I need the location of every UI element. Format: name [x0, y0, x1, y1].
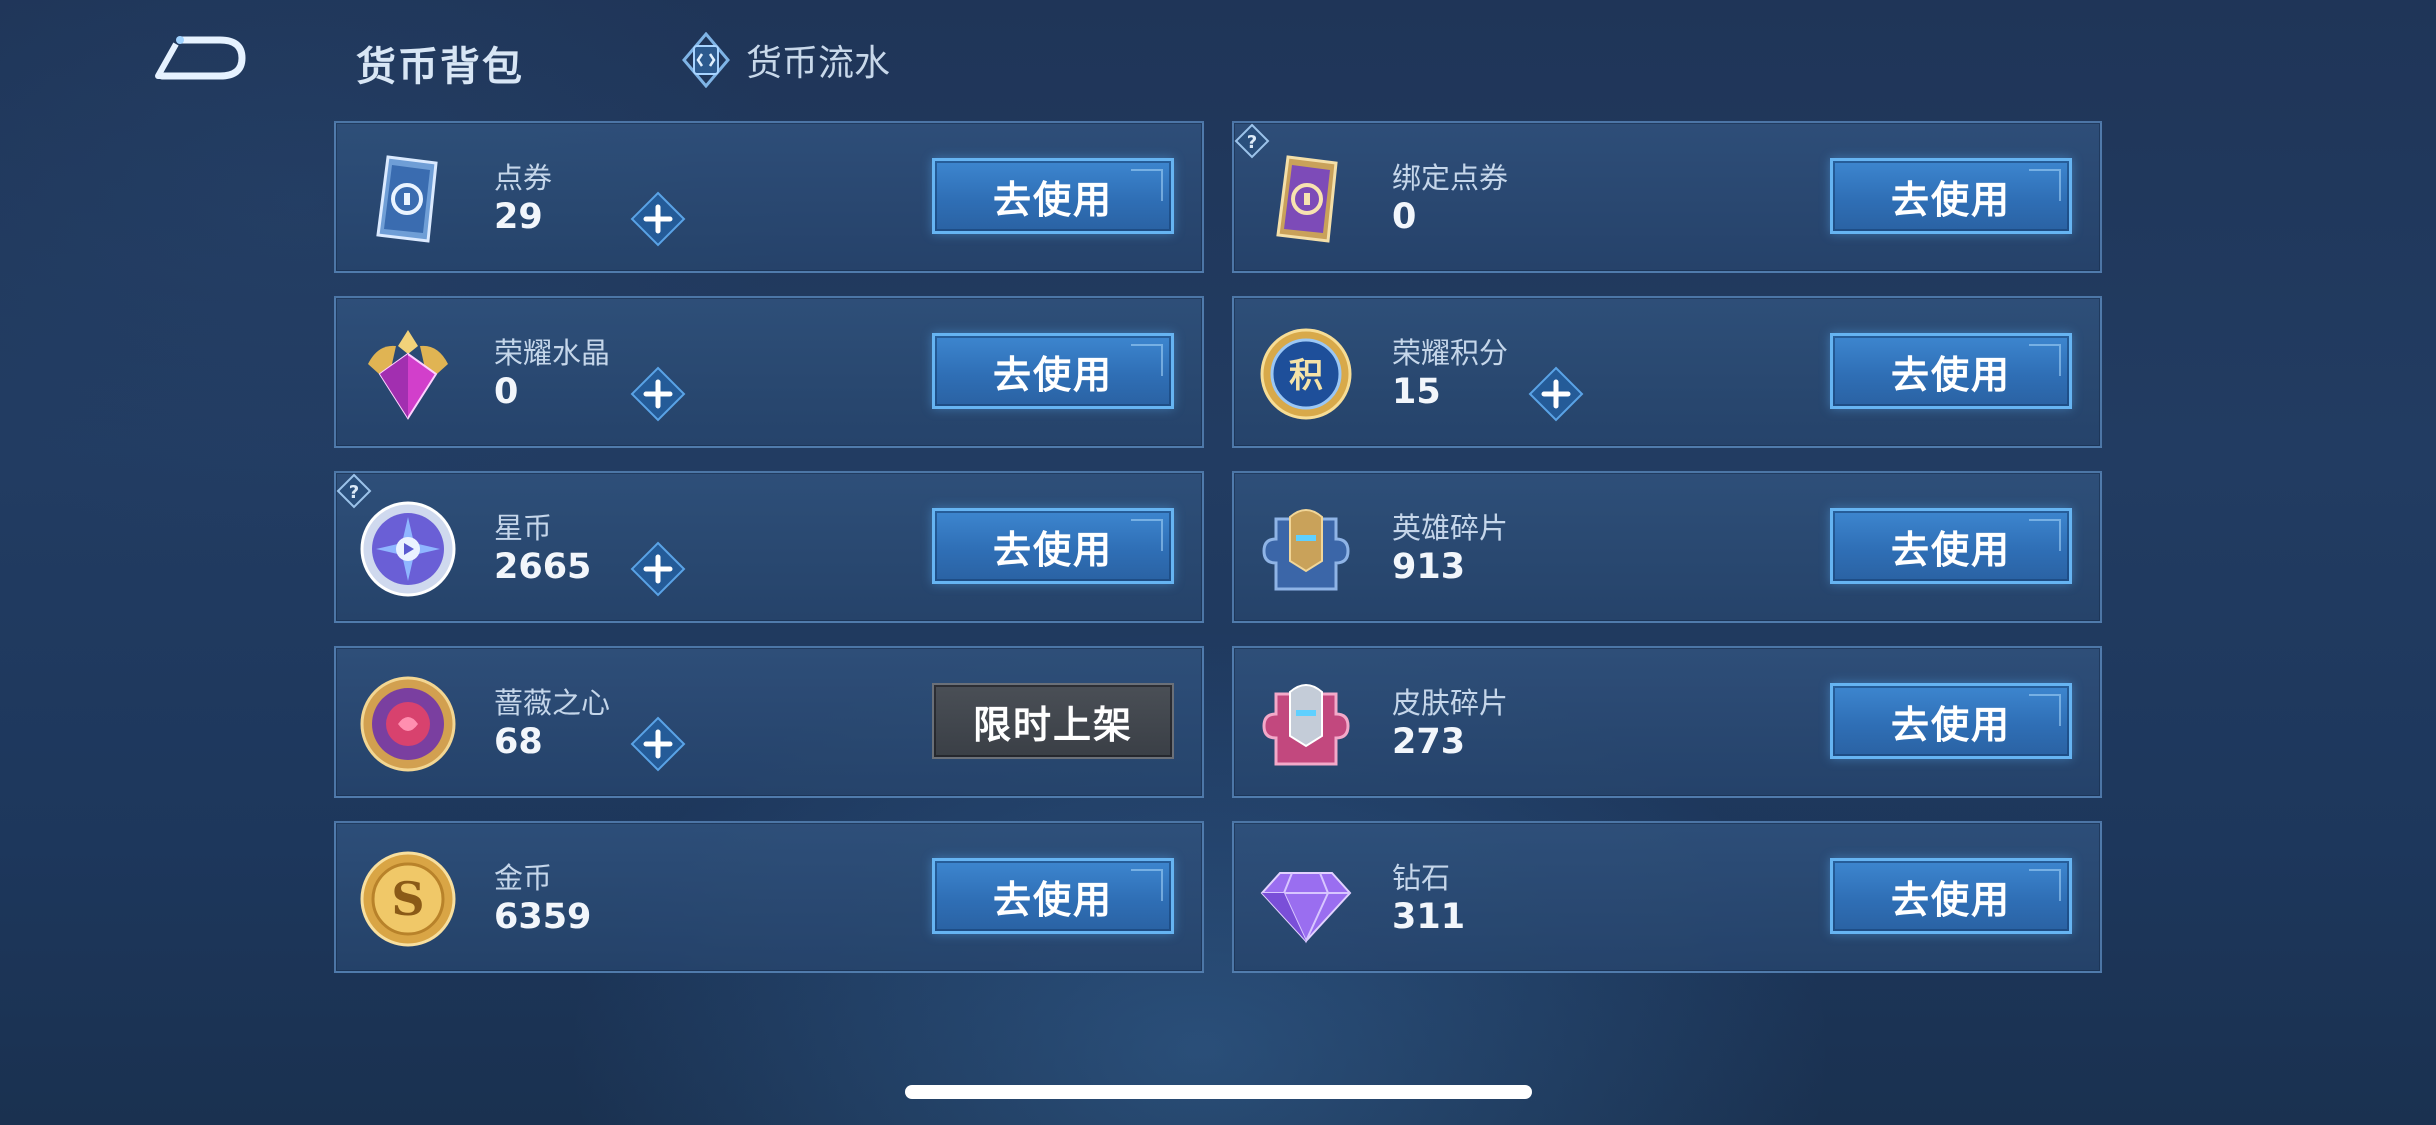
- plus-icon[interactable]: [1528, 366, 1584, 422]
- limited-listing-button: 限时上架: [932, 683, 1174, 759]
- diamond-icon: [1260, 872, 1352, 944]
- currency-name: 星币: [494, 511, 553, 545]
- currency-card-bound-voucher: ? 绑定点券 0 去使用: [1232, 121, 2102, 273]
- plus-icon[interactable]: [630, 716, 686, 772]
- voucher-icon: [376, 155, 438, 243]
- currency-name: 荣耀水晶: [494, 336, 611, 370]
- currency-name: 蔷薇之心: [494, 686, 611, 720]
- use-button[interactable]: 去使用: [1830, 858, 2072, 934]
- currency-name: 皮肤碎片: [1392, 686, 1509, 720]
- use-button[interactable]: 去使用: [932, 858, 1174, 934]
- currency-name: 英雄碎片: [1392, 511, 1509, 545]
- currency-card-star-coin: ? 星币 2665 去使用: [334, 471, 1204, 623]
- currency-amount: 273: [1392, 722, 1466, 762]
- currency-card-diamond: 钻石 311 去使用: [1232, 821, 2102, 973]
- use-button[interactable]: 去使用: [1830, 333, 2072, 409]
- glory-points-icon: 积: [1260, 328, 1352, 420]
- use-button[interactable]: 去使用: [1830, 158, 2072, 234]
- skin-fragment-icon: [1262, 684, 1350, 766]
- plus-icon[interactable]: [630, 541, 686, 597]
- currency-card-hero-fragment: 英雄碎片 913 去使用: [1232, 471, 2102, 623]
- header: 货币背包 货币流水: [0, 0, 2436, 120]
- currency-card-glory-points: 积 荣耀积分 15 去使用: [1232, 296, 2102, 448]
- currency-grid: 点券 29 去使用 ? 绑定点券 0 去使用 荣耀水晶 0 去使用 积 荣耀积分…: [334, 121, 2102, 973]
- currency-amount: 0: [494, 372, 519, 412]
- use-button[interactable]: 去使用: [932, 333, 1174, 409]
- currency-amount: 6359: [494, 897, 592, 937]
- currency-amount: 913: [1392, 547, 1466, 587]
- currency-name: 金币: [494, 861, 553, 895]
- currency-amount: 68: [494, 722, 543, 762]
- currency-amount: 15: [1392, 372, 1441, 412]
- plus-icon[interactable]: [630, 366, 686, 422]
- hero-fragment-icon: [1262, 509, 1350, 591]
- plus-icon[interactable]: [630, 191, 686, 247]
- glory-crystal-icon: [368, 330, 448, 420]
- star-coin-icon: [360, 501, 456, 597]
- currency-amount: 29: [494, 197, 543, 237]
- currency-flow-tab[interactable]: 货币流水: [680, 32, 890, 88]
- back-button[interactable]: [140, 30, 250, 90]
- currency-name: 点券: [494, 161, 553, 195]
- page-title: 货币背包: [356, 44, 524, 90]
- svg-text:积: 积: [1289, 356, 1323, 396]
- use-button[interactable]: 去使用: [1830, 683, 2072, 759]
- use-button[interactable]: 去使用: [1830, 508, 2072, 584]
- home-indicator[interactable]: [905, 1085, 1532, 1099]
- currency-amount: 2665: [494, 547, 592, 587]
- gold-coin-icon: S: [360, 851, 456, 947]
- currency-card-gold-coin: S 金币 6359 去使用: [334, 821, 1204, 973]
- bound-voucher-icon: [1276, 155, 1338, 243]
- use-button[interactable]: 去使用: [932, 158, 1174, 234]
- currency-name: 绑定点券: [1392, 161, 1509, 195]
- currency-card-rose-heart: 蔷薇之心 68 限时上架: [334, 646, 1204, 798]
- rose-heart-icon: [360, 676, 456, 772]
- currency-card-glory-crystal: 荣耀水晶 0 去使用: [334, 296, 1204, 448]
- use-button[interactable]: 去使用: [932, 508, 1174, 584]
- currency-card-skin-fragment: 皮肤碎片 273 去使用: [1232, 646, 2102, 798]
- currency-card-voucher: 点券 29 去使用: [334, 121, 1204, 273]
- svg-text:S: S: [391, 872, 424, 926]
- currency-amount: 311: [1392, 897, 1466, 937]
- currency-amount: 0: [1392, 197, 1417, 237]
- currency-flow-label: 货币流水: [746, 43, 891, 84]
- currency-name: 钻石: [1392, 861, 1451, 895]
- currency-flow-icon: [682, 32, 730, 88]
- back-arrow-icon: [155, 36, 246, 80]
- currency-name: 荣耀积分: [1392, 336, 1509, 370]
